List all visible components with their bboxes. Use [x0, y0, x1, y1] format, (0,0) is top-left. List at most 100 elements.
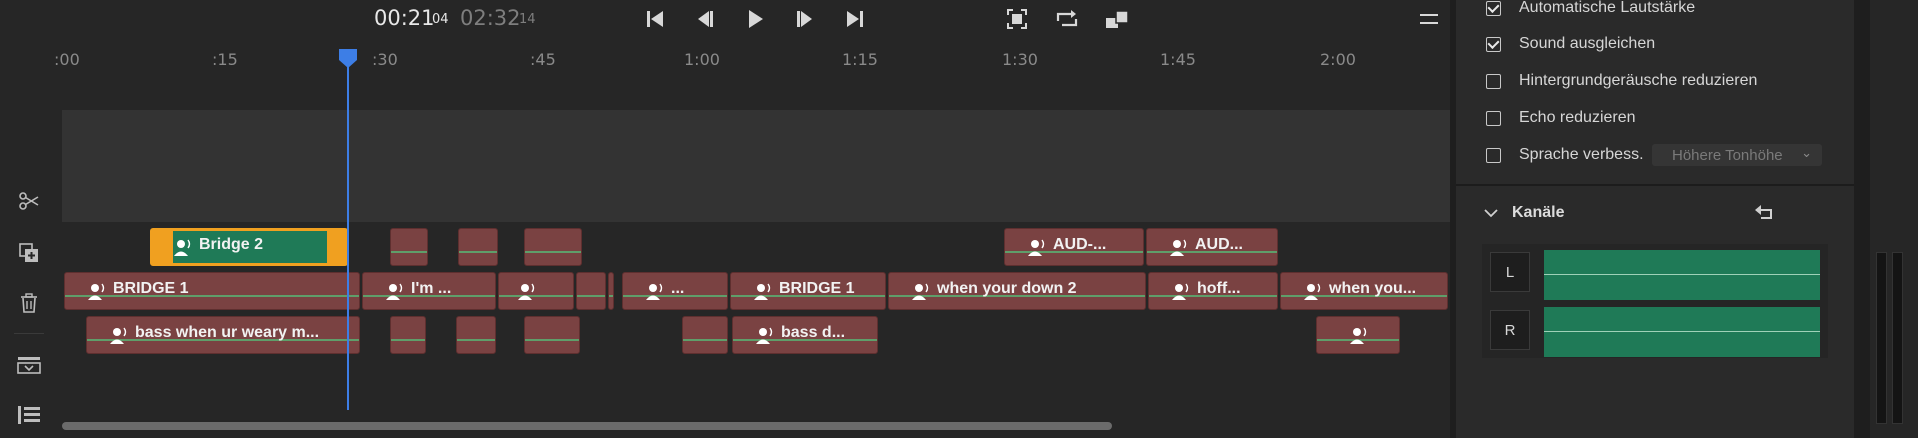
audio-clip[interactable]: when your down 2	[888, 272, 1146, 310]
fit-timeline-icon[interactable]	[1004, 6, 1030, 32]
timeline-scrollbar[interactable]	[62, 422, 1112, 430]
audio-clip[interactable]	[458, 228, 498, 266]
audio-clip[interactable]	[390, 316, 426, 354]
pitch-select-value: Höhere Tonhöhe	[1672, 146, 1783, 164]
clip-label: hoff...	[1197, 280, 1241, 297]
channel-left-meter[interactable]	[1544, 250, 1820, 300]
audio-clip[interactable]	[524, 228, 582, 266]
audio-clip[interactable]	[456, 316, 496, 354]
audio-clip[interactable]	[390, 228, 428, 266]
channels-section-header[interactable]: Kanäle	[1484, 200, 1564, 226]
trash-icon[interactable]	[16, 290, 42, 316]
speaker-voice-icon	[646, 283, 663, 300]
speaker-voice-icon	[386, 283, 403, 300]
video-track-area[interactable]	[62, 110, 1450, 222]
audio-clip[interactable]: AUD-...	[1004, 228, 1144, 266]
audio-settings-panel: Automatische Lautstärke Sound ausgleiche…	[1456, 0, 1854, 438]
audio-clip[interactable]	[1316, 316, 1400, 354]
audio-clip[interactable]: I'm ...	[362, 272, 496, 310]
tick-label: 1:45	[1160, 50, 1196, 69]
reduce-echo-row[interactable]: Echo reduzieren	[1486, 105, 1636, 131]
speaker-voice-icon	[1350, 327, 1367, 344]
speaker-voice-icon	[174, 239, 191, 256]
reduce-noise-checkbox[interactable]	[1486, 73, 1501, 89]
equalize-sound-checkbox[interactable]	[1486, 36, 1501, 52]
audio-clip[interactable]	[608, 272, 614, 310]
playhead-handle[interactable]	[338, 48, 358, 68]
tick-label: :30	[372, 50, 398, 69]
go-to-start-icon[interactable]	[642, 6, 668, 32]
go-to-end-icon[interactable]	[842, 6, 868, 32]
audio-clip[interactable]: Bridge 2	[150, 228, 348, 266]
tick-label: 2:00	[1320, 50, 1356, 69]
marker-stack-icon[interactable]	[1104, 6, 1130, 32]
audio-clip[interactable]: bass d...	[732, 316, 878, 354]
vu-meter-left	[1876, 252, 1887, 424]
reduce-noise-row[interactable]: Hintergrundgeräusche reduzieren	[1486, 68, 1757, 94]
tick-label: 1:00	[684, 50, 720, 69]
channel-right-meter[interactable]	[1544, 307, 1820, 357]
tick-label: 1:15	[842, 50, 878, 69]
tool-divider	[14, 333, 44, 334]
pitch-select[interactable]: Höhere Tonhöhe ⌄	[1652, 144, 1822, 166]
audio-clip[interactable]	[576, 272, 606, 310]
tick-label: :00	[54, 50, 80, 69]
speaker-voice-icon	[1304, 283, 1321, 300]
total-frame: 14	[519, 12, 536, 27]
channel-right-label[interactable]: R	[1490, 310, 1530, 350]
clip-label: AUD-...	[1053, 236, 1107, 253]
track-collapse-icon[interactable]	[16, 352, 42, 378]
checkbox-label: Sound ausgleichen	[1519, 35, 1656, 52]
audio-clip[interactable]	[498, 272, 574, 310]
clip-label: I'm ...	[411, 280, 452, 297]
menu-icon[interactable]	[1416, 6, 1442, 32]
audio-clip[interactable]: when you...	[1280, 272, 1448, 310]
enhance-speech-checkbox[interactable]	[1486, 147, 1501, 163]
current-time: 00:21	[374, 6, 435, 30]
step-forward-icon[interactable]	[792, 6, 818, 32]
checkbox-label: Sprache verbess.	[1519, 146, 1644, 163]
clip-label: bass when ur weary m...	[135, 324, 320, 341]
list-view-icon[interactable]	[16, 402, 42, 428]
checkbox-label: Hintergrundgeräusche reduzieren	[1519, 72, 1758, 89]
scissors-icon[interactable]	[16, 188, 42, 214]
speaker-voice-icon	[518, 283, 535, 300]
enhance-speech-row[interactable]: Sprache verbess.	[1486, 142, 1644, 168]
clip-label: when you...	[1329, 280, 1417, 297]
play-icon[interactable]	[742, 6, 768, 32]
timeline: 00:21 04 02:32 14 :00:15:30:45 1:00 1…	[54, 0, 1450, 438]
audio-clip[interactable]: hoff...	[1148, 272, 1278, 310]
audio-clip[interactable]	[682, 316, 728, 354]
checkbox-label: Automatische Lautstärke	[1519, 0, 1696, 16]
reset-channels-button[interactable]	[1752, 200, 1778, 224]
audio-clip[interactable]: bass when ur weary m...	[86, 316, 360, 354]
audio-clip[interactable]: ...	[622, 272, 728, 310]
speaker-voice-icon	[1172, 283, 1189, 300]
vu-meter-right	[1892, 252, 1903, 424]
clip-label: Bridge 2	[199, 236, 264, 253]
equalize-sound-row[interactable]: Sound ausgleichen	[1486, 31, 1655, 57]
audio-clip[interactable]: AUD...	[1146, 228, 1278, 266]
step-back-icon[interactable]	[692, 6, 718, 32]
auto-volume-checkbox[interactable]	[1486, 0, 1501, 16]
audio-clip[interactable]: BRIDGE 1	[64, 272, 360, 310]
reduce-echo-checkbox[interactable]	[1486, 110, 1501, 126]
clip-label: BRIDGE 1	[779, 280, 855, 297]
speaker-voice-icon	[756, 327, 773, 344]
vu-meter-strip	[1870, 0, 1918, 438]
audio-clip[interactable]	[524, 316, 580, 354]
audio-clip[interactable]: BRIDGE 1	[730, 272, 886, 310]
speaker-voice-icon	[88, 283, 105, 300]
checkbox-label: Echo reduzieren	[1519, 109, 1636, 126]
clip-label: when your down 2	[937, 280, 1077, 297]
auto-volume-row[interactable]: Automatische Lautstärke	[1486, 0, 1695, 21]
tick-label: :15	[212, 50, 238, 69]
duplicate-clip-icon[interactable]	[16, 240, 42, 266]
chevron-down-icon: ⌄	[1801, 145, 1812, 160]
transport-bar: 00:21 04 02:32 14	[60, 0, 1450, 38]
time-ruler[interactable]: :00 :15 :30 :45 1:00 1:15 1:30 1:45 2:00	[54, 40, 1450, 78]
channel-left-label[interactable]: L	[1490, 252, 1530, 292]
undo-icon	[1755, 205, 1772, 219]
speaker-voice-icon	[754, 283, 771, 300]
loop-icon[interactable]	[1054, 6, 1080, 32]
